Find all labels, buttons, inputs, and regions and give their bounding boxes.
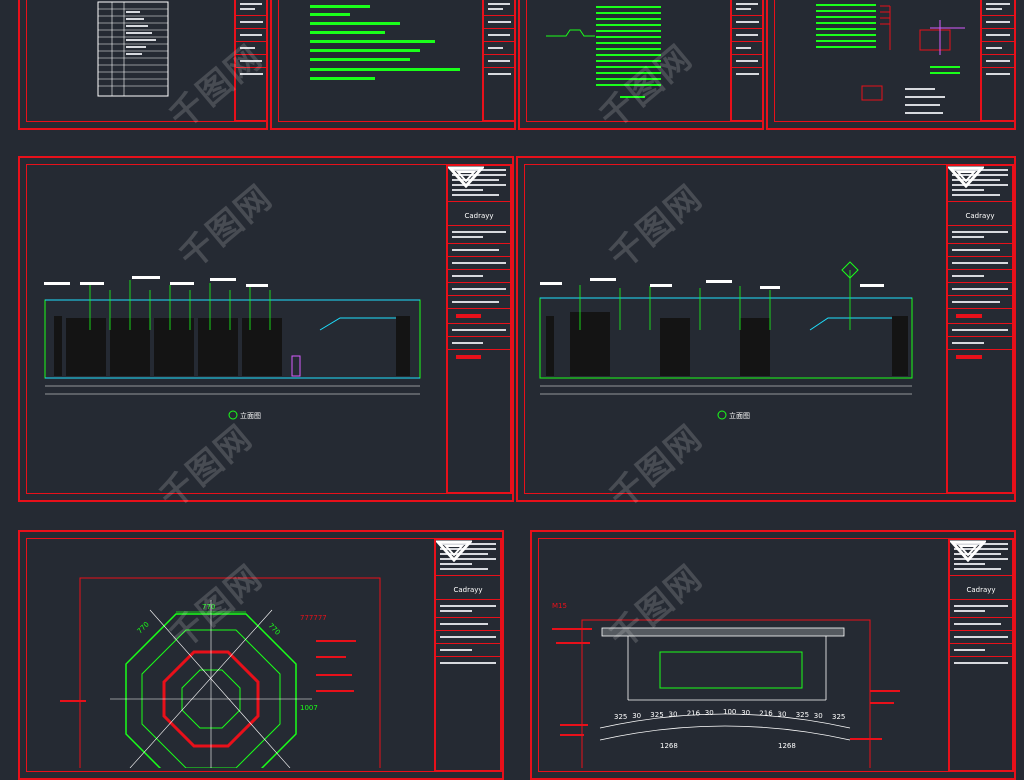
section-dim-value: 30 — [814, 712, 823, 720]
section-dim-value: 325 — [796, 711, 809, 719]
section-dim-value: 100 — [723, 708, 736, 716]
section-dim-value: 30 — [705, 709, 714, 717]
section-dim-right-total: 1268 — [778, 742, 796, 750]
elevation-drawing-right: 立面图 — [539, 261, 913, 420]
section-drawing: M15 325 30 325 30 216 30 100 30 216 30 325 30 325 12… — [552, 602, 900, 768]
plan-dim-top: 770 — [202, 603, 215, 611]
design-notes — [310, 5, 460, 80]
plan-dim-inner: 1007 — [300, 704, 318, 712]
wiring-diagram — [816, 4, 965, 114]
section-dim-left-total: 1268 — [660, 742, 678, 750]
plan-tag-right: 777777 — [300, 614, 327, 622]
section-top-label: M15 — [552, 602, 567, 610]
section-dim-value: 30 — [632, 712, 641, 720]
section-dim-value: 325 — [614, 713, 627, 721]
section-dim-value: 30 — [669, 710, 678, 718]
elevation-view-label-right: 立面图 — [729, 411, 750, 420]
section-dim-value: 325 — [650, 711, 663, 719]
legend-table — [97, 1, 169, 97]
elevation-view-label: 立面图 — [240, 411, 261, 420]
elevation-drawing-left: 立面图 — [44, 276, 421, 420]
section-dim-value: 325 — [832, 713, 845, 721]
octagon-plan: 770 770 770 1007 777777 — [60, 577, 381, 768]
section-dim-value: 30 — [778, 710, 787, 718]
plan-dim-left: 770 — [136, 620, 151, 635]
material-schedule — [546, 6, 661, 98]
plan-dim-right: 770 — [267, 622, 282, 637]
section-dim-value: 216 — [759, 710, 773, 718]
drawing-overlay: 立面图 立面图 770 770 770 1007 777777 M15 325 … — [44, 1, 965, 768]
section-dim-value: 30 — [741, 709, 750, 717]
section-dim-value: 216 — [687, 710, 701, 718]
